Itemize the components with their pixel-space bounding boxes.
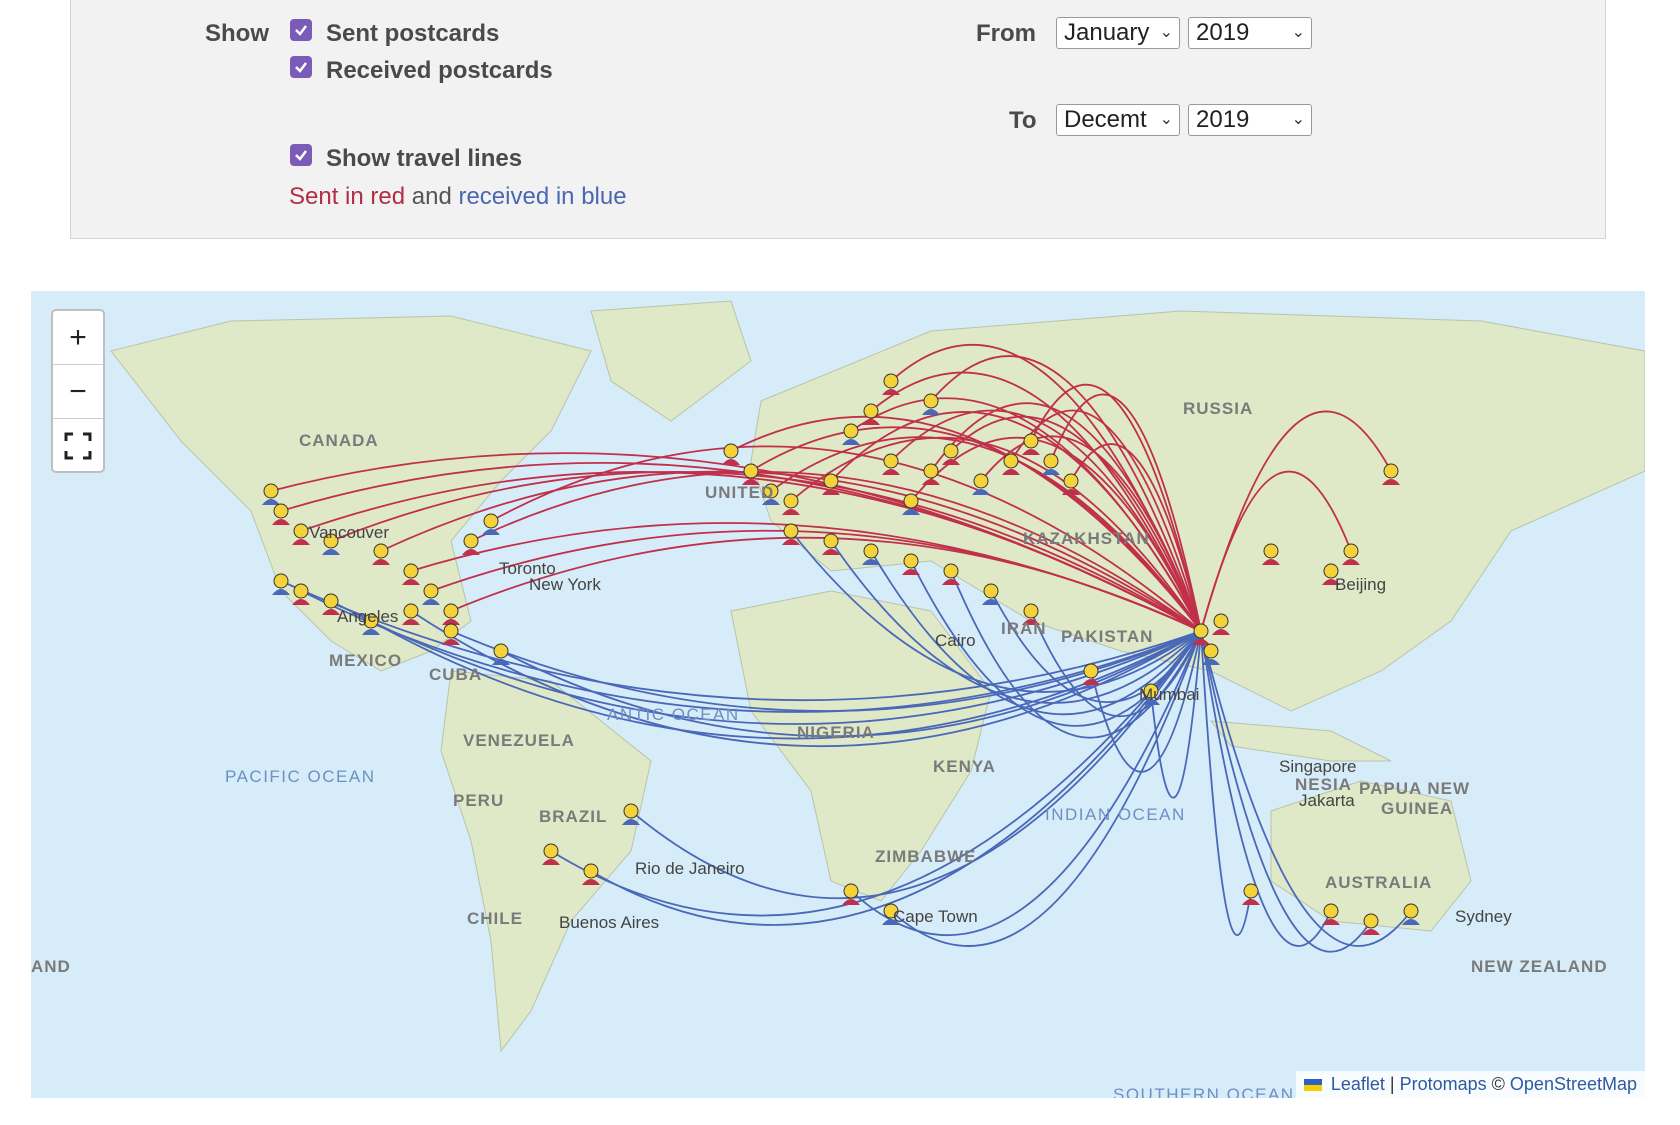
label-pacific-ocean: PACIFIC OCEAN <box>225 767 376 786</box>
map-attribution: Leaflet | Protomaps © OpenStreetMap <box>1295 1071 1645 1098</box>
chevron-down-icon: ⌄ <box>1157 105 1173 135</box>
ukraine-flag-icon <box>1303 1079 1322 1092</box>
city-jakarta: Jakarta <box>1299 791 1355 810</box>
to-month-value: Decemt <box>1064 106 1147 133</box>
zoom-control: + − <box>51 309 105 473</box>
label-new-zealand: NEW ZEALAND <box>1471 957 1608 976</box>
postcard-marker-icon[interactable] <box>1242 883 1260 905</box>
zoom-out-button[interactable]: − <box>53 365 103 419</box>
label-venezuela: VENEZUELA <box>463 731 575 750</box>
show-label: Show <box>205 20 269 47</box>
leaflet-link[interactable]: Leaflet <box>1331 1074 1385 1094</box>
protomaps-link[interactable]: Protomaps <box>1400 1074 1487 1094</box>
label-papua: PAPUA NEW <box>1359 779 1470 798</box>
city-beijing: Beijing <box>1335 575 1387 594</box>
filter-panel: Show Sent postcards Received postcards S… <box>70 0 1606 239</box>
from-month-value: January <box>1064 19 1150 46</box>
city-sydney: Sydney <box>1455 907 1512 926</box>
received-postcards-label[interactable]: Received postcards <box>326 57 553 85</box>
attribution-separator: | <box>1389 1074 1395 1094</box>
label-cuba: CUBA <box>429 665 483 684</box>
greenland-shape <box>590 300 752 422</box>
chevron-down-icon: ⌄ <box>1157 18 1173 48</box>
fullscreen-button[interactable] <box>53 419 103 472</box>
label-united: UNITED <box>705 483 775 502</box>
city-vancouver: Vancouver <box>309 523 390 542</box>
city-cairo: Cairo <box>935 631 976 650</box>
lines-legend: Sent in red and received in blue <box>289 183 627 211</box>
from-month-select[interactable]: January ⌄ <box>1056 17 1180 49</box>
to-label: To <box>1009 107 1037 134</box>
label-brazil: BRAZIL <box>539 807 608 826</box>
label-nigeria: NIGERIA <box>797 723 875 742</box>
postcard-map[interactable]: + − CANADA RUSSIA UNITED KAZAKHSTAN MEXI… <box>31 291 1645 1098</box>
label-atlantic-ocean: ANTIC OCEAN <box>607 705 740 724</box>
copyright-symbol: © <box>1491 1074 1505 1094</box>
label-guinea: GUINEA <box>1381 799 1454 818</box>
zoom-in-button[interactable]: + <box>53 311 103 365</box>
to-year-select[interactable]: 2019 ⌄ <box>1188 104 1312 136</box>
postcard-marker-icon[interactable] <box>462 533 480 555</box>
show-travel-lines-label[interactable]: Show travel lines <box>326 145 522 173</box>
legend-and: and <box>411 183 452 210</box>
label-iceland-edge: AND <box>31 957 71 976</box>
indonesia-shape <box>1209 720 1392 762</box>
postcard-marker-icon[interactable] <box>482 513 500 535</box>
received-postcards-checkbox[interactable] <box>290 56 312 78</box>
postcard-marker-icon[interactable] <box>1362 913 1380 935</box>
legend-sent: Sent in red <box>289 183 406 210</box>
postcard-marker-icon[interactable] <box>722 443 740 465</box>
label-kenya: KENYA <box>933 757 996 776</box>
to-year-value: 2019 <box>1196 106 1250 133</box>
openstreetmap-link[interactable]: OpenStreetMap <box>1510 1074 1637 1094</box>
label-canada: CANADA <box>299 431 379 450</box>
label-chile: CHILE <box>467 909 523 928</box>
city-rio: Rio de Janeiro <box>635 859 745 878</box>
label-indian-ocean: INDIAN OCEAN <box>1045 805 1186 824</box>
chevron-down-icon: ⌄ <box>1289 105 1305 135</box>
city-los-angeles: Angeles <box>337 607 399 626</box>
show-travel-lines-checkbox[interactable] <box>290 144 312 166</box>
postcard-marker-icon[interactable] <box>942 563 960 585</box>
fullscreen-icon <box>64 432 92 459</box>
checkmark-icon <box>295 150 307 161</box>
label-pakistan: PAKISTAN <box>1061 627 1154 646</box>
checkmark-icon <box>295 25 307 36</box>
checkmark-icon <box>295 62 307 73</box>
postcard-marker-icon[interactable] <box>442 623 460 645</box>
city-singapore: Singapore <box>1279 757 1357 776</box>
city-new-york: New York <box>529 575 601 594</box>
from-year-select[interactable]: 2019 ⌄ <box>1188 17 1312 49</box>
from-year-value: 2019 <box>1196 19 1250 46</box>
sent-postcards-label[interactable]: Sent postcards <box>326 20 499 48</box>
map-canvas <box>110 300 1645 1053</box>
label-iran: IRAN <box>1001 619 1047 638</box>
from-label: From <box>976 20 1036 47</box>
label-kazakhstan: KAZAKHSTAN <box>1023 529 1150 548</box>
label-southern-ocean: SOUTHERN OCEAN <box>1113 1085 1295 1098</box>
label-russia: RUSSIA <box>1183 399 1254 418</box>
postcard-marker-icon[interactable] <box>742 463 760 485</box>
label-mexico: MEXICO <box>329 651 403 670</box>
label-peru: PERU <box>453 791 505 810</box>
legend-received: received in blue <box>458 183 627 210</box>
city-buenos-aires: Buenos Aires <box>559 913 660 932</box>
label-australia: AUSTRALIA <box>1325 873 1433 892</box>
city-mumbai: Mumbai <box>1139 685 1200 704</box>
sent-postcards-checkbox[interactable] <box>290 19 312 41</box>
label-zimbabwe: ZIMBABWE <box>875 847 977 866</box>
city-cape-town: Cape Town <box>893 907 978 926</box>
chevron-down-icon: ⌄ <box>1289 18 1305 48</box>
to-month-select[interactable]: Decemt ⌄ <box>1056 104 1180 136</box>
